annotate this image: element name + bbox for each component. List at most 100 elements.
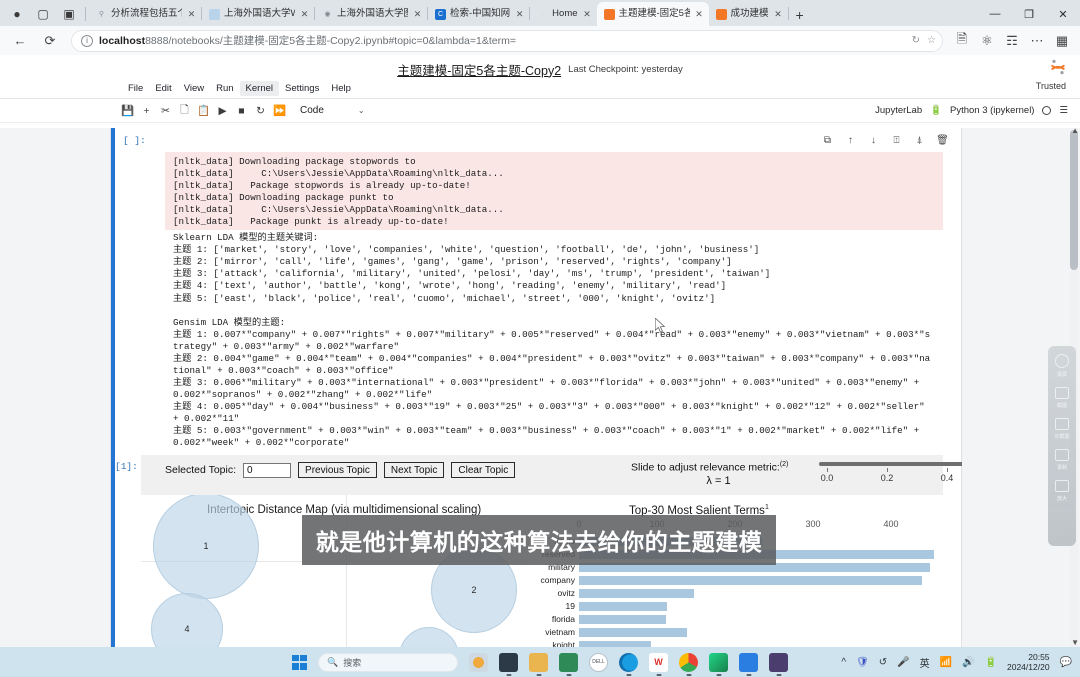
ime-icon[interactable]: 英 [920,655,930,670]
insert-cell-icon[interactable]: + [137,101,156,120]
menu-kernel[interactable]: Kernel [240,81,279,96]
folder-icon[interactable] [529,653,548,672]
delete-icon[interactable]: 🗑 [936,135,949,146]
zoom-icon[interactable] [1055,480,1069,492]
notebook-name[interactable]: 主题建模-固定5各主题-Copy2 [397,60,561,79]
tab-close-icon[interactable]: ✕ [412,9,423,20]
tab-actions-icon[interactable]: ▣ [56,2,82,26]
menu-help[interactable]: Help [325,81,357,96]
back-icon[interactable]: ← [6,29,34,53]
profile-icon[interactable]: ● [4,2,30,26]
notification-icon[interactable]: 💬 [1060,657,1072,668]
previous-topic-button[interactable]: Previous Topic [298,462,377,478]
screen-recorder-toolbar[interactable]: 录屏 截图 长截图 录制 放大 [1048,346,1076,546]
app-purple-icon[interactable] [769,653,788,672]
volume-icon[interactable]: 🔊 [962,657,974,668]
wps-icon[interactable]: W [649,653,668,672]
tab-close-icon[interactable]: ✕ [299,9,310,20]
new-tab-button[interactable]: + [789,4,811,26]
tab-close-icon[interactable]: ✕ [694,9,705,20]
update-icon[interactable]: ↺ [879,657,887,668]
browser-navigation-bar: ← ⟳ i localhost8888/notebooks/主题建模-固定5各主… [0,26,1080,55]
maximize-button[interactable]: ❐ [1012,2,1046,26]
menu-view[interactable]: View [178,81,210,96]
duplicate-icon[interactable]: ⧉ [821,135,834,146]
insert-below-icon[interactable]: ⍋ [913,135,926,146]
split-screen-icon[interactable]: ▦ [1050,29,1074,53]
taskbar-search-box[interactable]: 🔍 搜索 [318,653,458,672]
mic-icon[interactable]: 🎤 [897,657,909,668]
favorites-icon[interactable]: ☶ [1000,29,1024,53]
scroll-down-icon[interactable]: ▼ [1071,638,1079,647]
reading-view-icon[interactable]: 🗎 [950,29,974,53]
kernel-name[interactable]: Python 3 (ipykernel) [950,105,1034,116]
topic-bubble-4[interactable]: 4 [151,593,223,655]
browser-tab-7[interactable]: 成功建模 ✕ [709,2,788,26]
scrollbar-thumb[interactable] [1070,130,1078,270]
file-explorer-dark-icon[interactable] [499,653,518,672]
chrome-icon[interactable] [679,653,698,672]
pycharm-icon[interactable] [709,653,728,672]
tab-close-icon[interactable]: ✕ [582,9,593,20]
address-bar[interactable]: i localhost8888/notebooks/主题建模-固定5各主题-Co… [71,30,943,52]
browser-tab-1[interactable]: ⚲ 分析流程包括五个主 ✕ [89,2,201,26]
restart-run-all-icon[interactable]: ⏩ [270,101,289,120]
cut-icon[interactable]: ✂ [156,101,175,120]
store-icon[interactable] [559,653,578,672]
settings-more-icon[interactable]: ⋯ [1025,29,1049,53]
minimize-button[interactable]: — [978,2,1012,26]
menu-run[interactable]: Run [210,81,239,96]
save-icon[interactable]: 💾 [118,101,137,120]
cell-type-select[interactable]: Code ⌄ [296,104,369,117]
browser-tab-6-active[interactable]: 主题建模-固定5各主 ✕ [597,2,709,26]
tab-title: 上海外国语大学图书 [337,2,408,26]
taskbar-clock[interactable]: 20:55 2024/12/20 [1007,652,1050,673]
start-icon[interactable] [292,655,307,670]
capture-icon[interactable] [1055,449,1069,461]
camera-icon[interactable] [1055,387,1069,399]
weather-icon[interactable] [469,653,488,672]
browser-tab-3[interactable]: ◉ 上海外国语大学图书 ✕ [315,2,427,26]
screenshot-icon[interactable] [1055,418,1069,430]
scroll-up-icon[interactable]: ▲ [1071,126,1079,135]
copy-icon[interactable]: 🗋 [175,101,194,120]
tab-close-icon[interactable]: ✕ [186,9,197,20]
move-up-icon[interactable]: ↑ [844,135,857,146]
browser-tab-2[interactable]: 上海外国语大学Wel ✕ [202,2,314,26]
edge-icon[interactable] [619,653,638,672]
paste-icon[interactable]: 📋 [194,101,213,120]
battery-icon[interactable]: 🔋 [985,657,997,668]
menu-edit[interactable]: Edit [149,81,177,96]
collections-icon[interactable]: ▢ [30,2,56,26]
tab-close-icon[interactable]: ✕ [773,9,784,20]
next-topic-button[interactable]: Next Topic [384,462,445,478]
restart-icon[interactable]: ↻ [251,101,270,120]
clear-topic-button[interactable]: Clear Topic [451,462,515,478]
refresh-icon[interactable]: ↻ [912,35,920,46]
jupyterlab-link[interactable]: JupyterLab [875,105,922,116]
browser-essentials-icon[interactable]: ⚛ [975,29,999,53]
run-icon[interactable]: ▶ [213,101,232,120]
selected-topic-input[interactable]: 0 [243,463,291,478]
move-down-icon[interactable]: ↓ [867,135,880,146]
reload-icon[interactable]: ⟳ [36,29,64,53]
browser-tab-5[interactable]: ◌ Home ✕ [530,2,596,26]
stop-icon[interactable]: ■ [232,101,251,120]
tab-close-icon[interactable]: ✕ [514,9,525,20]
dell-icon[interactable]: DELL [589,653,608,672]
record-icon[interactable] [1055,354,1069,368]
site-info-icon[interactable]: i [81,35,93,47]
wifi-icon[interactable]: 📶 [940,657,952,668]
list-icon[interactable]: ☰ [1059,105,1068,116]
notebook-cell[interactable]: [ ]: ⧉ ↑ ↓ ⍐ ⍋ 🗑 [nltk_data] Downloading… [111,128,961,655]
app-blue-icon[interactable] [739,653,758,672]
close-window-button[interactable]: ✕ [1046,2,1080,26]
favorite-star-icon[interactable]: ☆ [927,35,936,46]
chevron-up-icon[interactable]: ^ [841,657,846,668]
insert-above-icon[interactable]: ⍐ [890,135,903,146]
topic-bubble-1[interactable]: 1 [153,495,259,599]
security-icon[interactable]: 🛡 [856,657,869,668]
menu-file[interactable]: File [122,81,149,96]
browser-tab-4[interactable]: C 检索-中国知网 ✕ [428,2,529,26]
menu-settings[interactable]: Settings [279,81,325,96]
